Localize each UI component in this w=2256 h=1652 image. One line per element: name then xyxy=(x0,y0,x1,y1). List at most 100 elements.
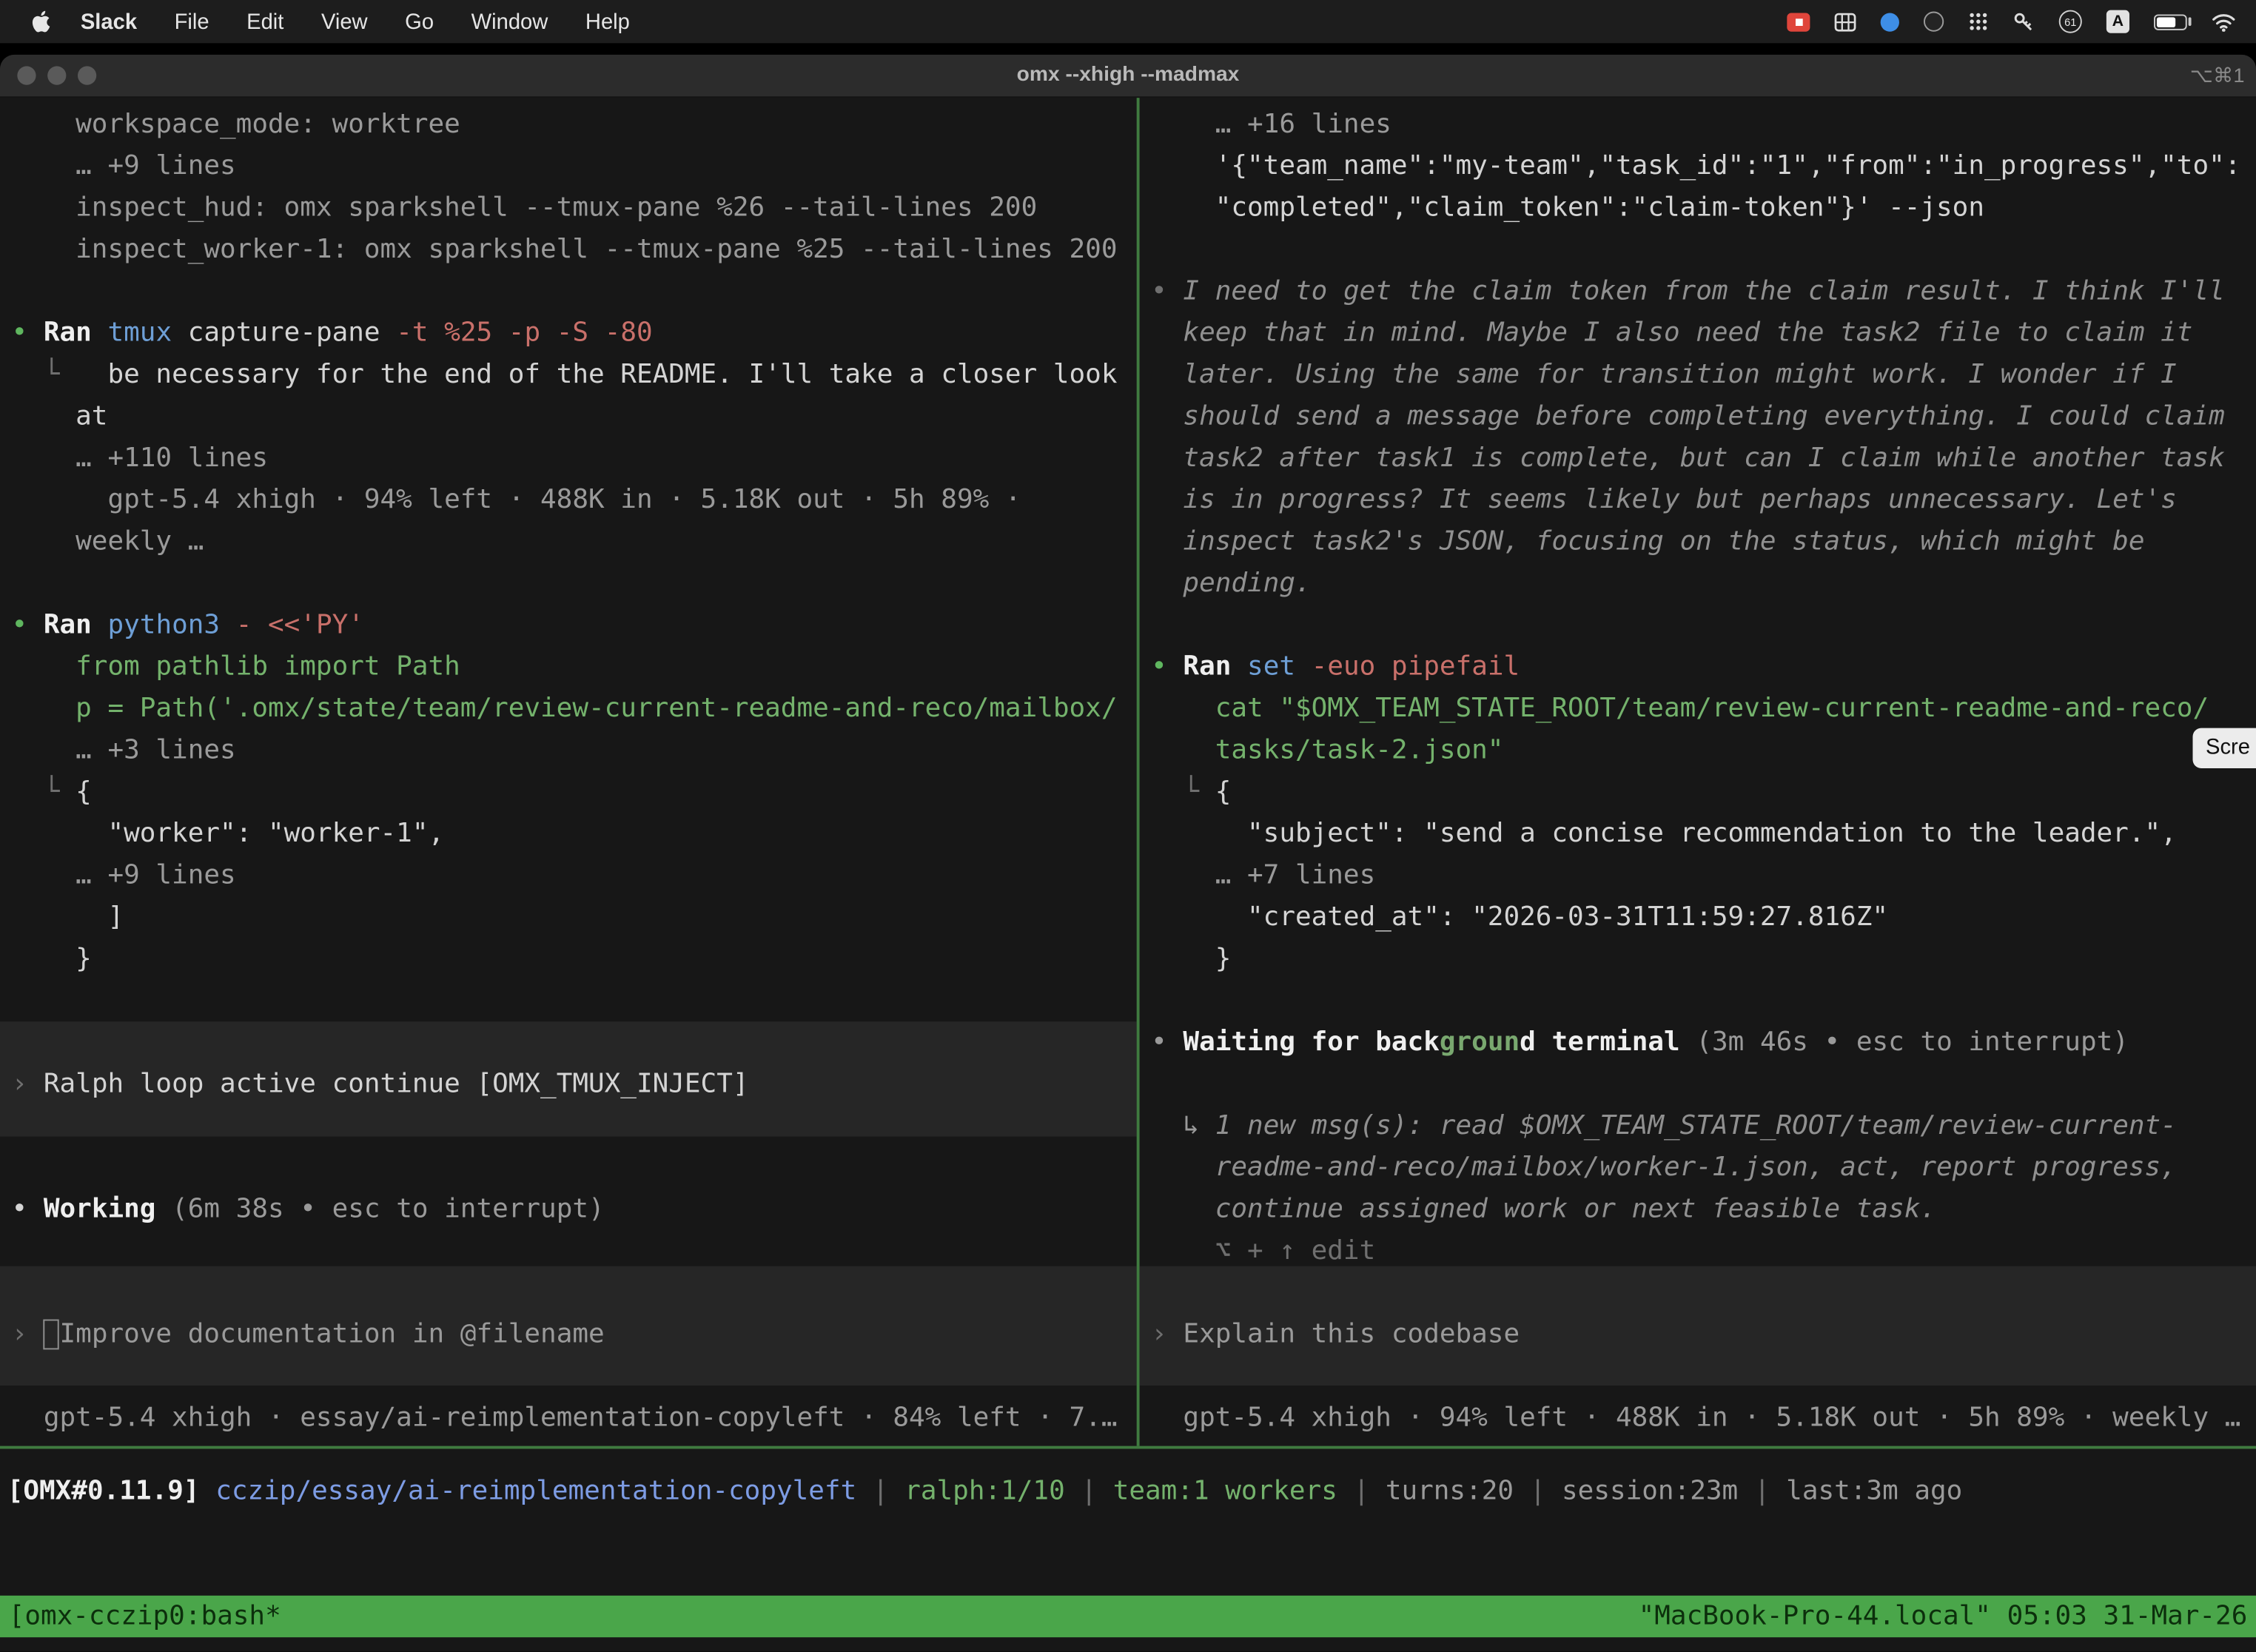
menu-bar: Slack File Edit View Go Window Help 61 A xyxy=(0,0,2256,43)
terminal-line: task2 after task1 is complete, but can I… xyxy=(1151,437,2256,479)
battery-icon[interactable] xyxy=(2154,13,2187,29)
terminal-line: • I need to get the claim token from the… xyxy=(1151,270,2256,312)
terminal-line: … +9 lines xyxy=(12,855,1137,896)
wifi-icon[interactable] xyxy=(2212,13,2236,31)
dots-grid-icon[interactable] xyxy=(1968,12,1988,32)
terminal-line xyxy=(1151,229,2256,270)
terminal-content: workspace_mode: worktree … +9 lines insp… xyxy=(0,98,2256,1651)
terminal-line: } xyxy=(12,938,1137,979)
menu-bar-status-icons: 61 A xyxy=(1787,10,2256,33)
terminal-line: "worker": "worker-1", xyxy=(12,813,1137,854)
menu-help[interactable]: Help xyxy=(567,10,649,34)
menu-edit[interactable]: Edit xyxy=(228,10,303,34)
terminal-line: } xyxy=(1151,938,2256,979)
terminal-line: "created_at": "2026-03-31T11:59:27.816Z" xyxy=(1151,896,2256,938)
menu-bar-left: Slack File Edit View Go Window Help xyxy=(0,10,648,34)
terminal-line: • Ran set -euo pipefail xyxy=(1151,646,2256,688)
gauge-icon[interactable]: 61 xyxy=(2059,10,2082,33)
terminal-line: should send a message before completing … xyxy=(1151,396,2256,437)
blue-app-icon[interactable] xyxy=(1881,13,1899,31)
terminal-line: › Ralph loop active continue [OMX_TMUX_I… xyxy=(12,1064,1137,1105)
input-source-icon[interactable]: A xyxy=(2106,10,2129,33)
tmux-pane-right[interactable]: … +16 lines '{"team_name":"my-team","tas… xyxy=(1140,98,2256,1446)
terminal-line xyxy=(12,1355,1137,1397)
terminal-line: ⌥ + ↑ edit xyxy=(1151,1230,2256,1272)
pane-divider-horizontal[interactable] xyxy=(0,1446,2256,1449)
pane-left-lines: workspace_mode: worktree … +9 lines insp… xyxy=(0,98,1137,1439)
terminal-line xyxy=(12,1105,1137,1146)
terminal-line: from pathlib import Path xyxy=(12,646,1137,688)
terminal-line xyxy=(12,980,1137,1021)
terminal-line: weekly … xyxy=(12,521,1137,563)
terminal-line: … +9 lines xyxy=(12,145,1137,187)
input-source-letter: A xyxy=(2112,13,2124,30)
terminal-line: › Explain this codebase xyxy=(1151,1314,2256,1355)
terminal-line: inspect task2's JSON, focusing on the st… xyxy=(1151,521,2256,563)
terminal-line xyxy=(12,1230,1137,1272)
terminal-line xyxy=(1151,1064,2256,1105)
terminal-line xyxy=(12,270,1137,312)
window-titlebar[interactable]: omx --xhigh --madmax ⌥⌘1 xyxy=(0,55,2256,98)
screen-recording-icon[interactable] xyxy=(1787,13,1810,31)
terminal-line: workspace_mode: worktree xyxy=(12,104,1137,145)
tmux-session-window: [omx-cczip0:bash* xyxy=(9,1596,281,1637)
tmux-status-bar: [omx-cczip0:bash* "MacBook-Pro-44.local"… xyxy=(0,1596,2256,1637)
terminal-window: omx --xhigh --madmax ⌥⌘1 workspace_mode:… xyxy=(0,55,2256,1652)
grid-icon[interactable] xyxy=(1834,13,1856,31)
omx-hud-line: [OMX#0.11.9] cczip/essay/ai-reimplementa… xyxy=(0,1471,2256,1512)
terminal-line xyxy=(12,1272,1137,1313)
terminal-line: ↳ 1 new msg(s): read $OMX_TEAM_STATE_ROO… xyxy=(1151,1105,2256,1146)
terminal-line: … +3 lines xyxy=(12,730,1137,771)
terminal-line: pending. xyxy=(1151,563,2256,604)
screen: Slack File Edit View Go Window Help 61 A xyxy=(0,0,2256,1652)
terminal-line: › Improve documentation in @filename xyxy=(12,1314,1137,1355)
terminal-line: p = Path('.omx/state/team/review-current… xyxy=(12,688,1137,729)
terminal-line: gpt-5.4 xhigh · 94% left · 488K in · 5.1… xyxy=(12,479,1137,520)
terminal-line: tasks/task-2.json" xyxy=(1151,730,2256,771)
apple-menu[interactable] xyxy=(20,10,61,33)
terminal-line: '{"team_name":"my-team","task_id":"1","f… xyxy=(1151,145,2256,187)
terminal-line: └ { xyxy=(12,771,1137,813)
terminal-line: inspect_worker-1: omx sparkshell --tmux-… xyxy=(12,229,1137,270)
terminal-line: └ { xyxy=(1151,771,2256,813)
terminal-line: • Ran python3 - <<'PY' xyxy=(12,604,1137,645)
terminal-line: inspect_hud: omx sparkshell --tmux-pane … xyxy=(12,187,1137,229)
app-menu-slack[interactable]: Slack xyxy=(62,10,156,34)
dark-app-icon[interactable] xyxy=(1924,12,1944,32)
terminal-line: … +110 lines xyxy=(12,437,1137,479)
terminal-line: [OMX#0.11.9] cczip/essay/ai-reimplementa… xyxy=(7,1471,2256,1512)
terminal-line: keep that in mind. Maybe I also need the… xyxy=(1151,312,2256,354)
terminal-line xyxy=(1151,1272,2256,1313)
apple-icon xyxy=(32,10,50,33)
terminal-line: … +16 lines xyxy=(1151,104,2256,145)
terminal-line xyxy=(1151,1355,2256,1397)
terminal-line: "subject": "send a concise recommendatio… xyxy=(1151,813,2256,854)
gauge-value: 61 xyxy=(2064,15,2076,27)
terminal-line xyxy=(1151,980,2256,1021)
terminal-line: is in progress? It seems likely but perh… xyxy=(1151,479,2256,520)
terminal-line: later. Using the same for transition mig… xyxy=(1151,354,2256,395)
menu-window[interactable]: Window xyxy=(452,10,566,34)
terminal-line: • Working (6m 38s • esc to interrupt) xyxy=(12,1189,1137,1230)
terminal-line: • Waiting for background terminal (3m 46… xyxy=(1151,1021,2256,1063)
terminal-line xyxy=(12,1146,1137,1188)
terminal-line: ] xyxy=(12,896,1137,938)
terminal-line: readme-and-reco/mailbox/worker-1.json, a… xyxy=(1151,1146,2256,1188)
pane-right-lines: … +16 lines '{"team_name":"my-team","tas… xyxy=(1140,98,2256,1439)
window-title-shortcut: ⌥⌘1 xyxy=(2190,55,2245,96)
menu-view[interactable]: View xyxy=(303,10,386,34)
tmux-pane-left[interactable]: workspace_mode: worktree … +9 lines insp… xyxy=(0,98,1137,1446)
terminal-line: … +7 lines xyxy=(1151,855,2256,896)
terminal-line: "completed","claim_token":"claim-token"}… xyxy=(1151,187,2256,229)
terminal-line: gpt-5.4 xhigh · essay/ai-reimplementatio… xyxy=(12,1397,1137,1439)
terminal-line: • Ran tmux capture-pane -t %25 -p -S -80 xyxy=(12,312,1137,354)
menu-file[interactable]: File xyxy=(155,10,228,34)
menu-go[interactable]: Go xyxy=(386,10,452,34)
terminal-line: gpt-5.4 xhigh · 94% left · 488K in · 5.1… xyxy=(1151,1397,2256,1439)
key-icon[interactable] xyxy=(2013,11,2035,33)
terminal-line xyxy=(1151,604,2256,645)
terminal-line: └ be necessary for the end of the README… xyxy=(12,354,1137,395)
terminal-line xyxy=(12,563,1137,604)
terminal-line xyxy=(12,1021,1137,1063)
window-title: omx --xhigh --madmax xyxy=(0,55,2256,96)
